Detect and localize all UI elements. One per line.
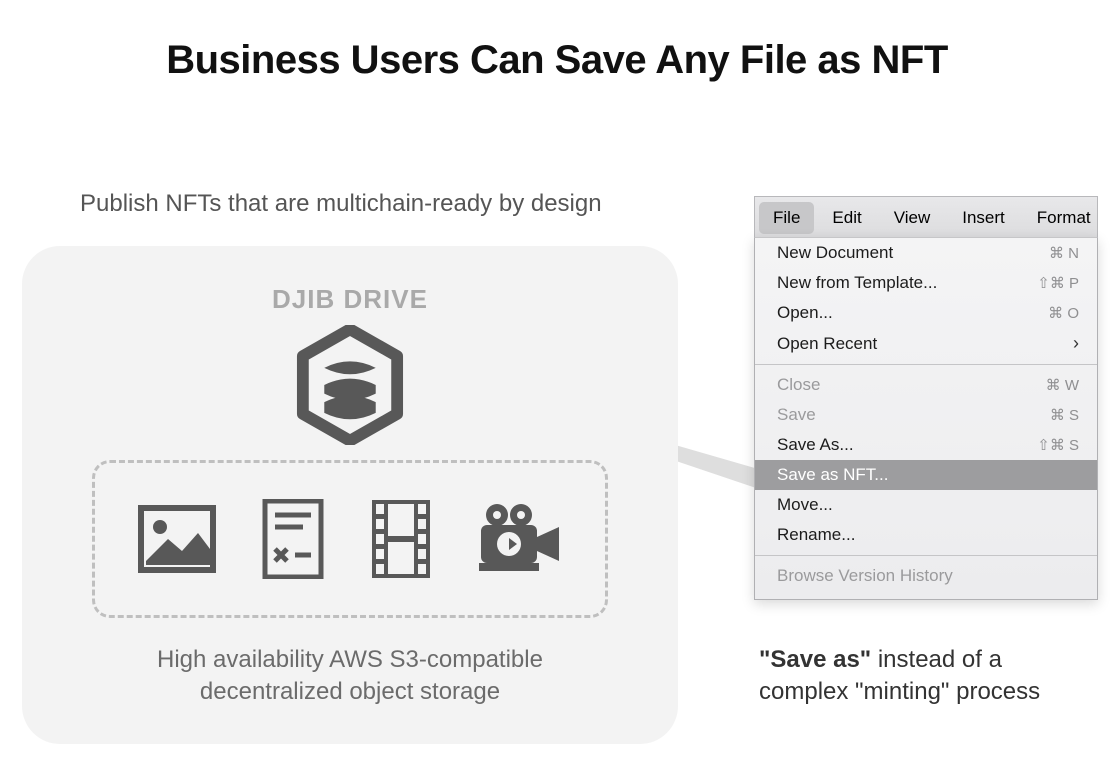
menubar-item-view[interactable]: View (880, 202, 945, 234)
chevron-right-icon: › (1073, 333, 1079, 354)
menubar-item-format[interactable]: Format (1023, 202, 1105, 234)
caption: "Save as" instead of a complex "minting"… (759, 644, 1059, 709)
dropdown-item: Browse Version History (755, 561, 1097, 591)
menubar-item-file[interactable]: File (759, 202, 814, 234)
drive-label: DJIB DRIVE (22, 284, 678, 315)
dropdown-item-label: Open... (777, 303, 833, 323)
drive-card: DJIB DRIVE (22, 246, 678, 744)
dropdown-item-label: Browse Version History (777, 566, 953, 586)
dropdown-shortcut: ⇧⌘ P (1037, 274, 1079, 292)
dropdown-item-label: New from Template... (777, 273, 937, 293)
film-icon (370, 498, 432, 580)
dropdown-item-label: Move... (777, 495, 833, 515)
dropdown-shortcut: ⌘ S (1050, 406, 1079, 424)
dropdown-item[interactable]: Save as NFT... (755, 460, 1097, 490)
dropdown-item[interactable]: Open... ⌘ O (755, 298, 1097, 328)
drive-logo-icon (296, 325, 404, 445)
menubar: File Edit View Insert Format (754, 196, 1098, 238)
dropdown-item-label: Save as NFT... (777, 465, 888, 485)
dropdown-item[interactable]: New Document ⌘ N (755, 238, 1097, 268)
dropdown-separator (755, 555, 1097, 556)
image-icon (138, 505, 216, 573)
dropdown-item-label: Rename... (777, 525, 855, 545)
drive-description: High availability AWS S3-compatible dece… (22, 644, 678, 709)
dropdown-shortcut: ⌘ N (1049, 244, 1079, 262)
dropdown-item-label: New Document (777, 243, 893, 263)
dropdown-item-label: Close (777, 375, 820, 395)
dropdown-item[interactable]: Save As... ⇧⌘ S (755, 430, 1097, 460)
dropdown-item-label: Open Recent (777, 334, 877, 354)
document-icon (261, 499, 325, 579)
dropdown-shortcut: ⌘ O (1048, 304, 1079, 322)
dropdown-item[interactable]: New from Template... ⇧⌘ P (755, 268, 1097, 298)
file-types-box (92, 460, 608, 618)
page-title: Business Users Can Save Any File as NFT (0, 38, 1114, 83)
dropdown-item: Save ⌘ S (755, 400, 1097, 430)
menubar-item-edit[interactable]: Edit (818, 202, 875, 234)
dropdown-item[interactable]: Move... (755, 490, 1097, 520)
file-dropdown: New Document ⌘ N New from Template... ⇧⌘ P O… (754, 237, 1098, 600)
menubar-item-insert[interactable]: Insert (948, 202, 1019, 234)
dropdown-item: Close ⌘ W (755, 370, 1097, 400)
dropdown-shortcut: ⌘ W (1046, 376, 1079, 394)
dropdown-shortcut: ⇧⌘ S (1037, 436, 1079, 454)
camera-icon (477, 503, 563, 575)
dropdown-item-label: Save As... (777, 435, 854, 455)
dropdown-separator (755, 364, 1097, 365)
subtitle: Publish NFTs that are multichain-ready b… (80, 190, 602, 218)
dropdown-item[interactable]: Open Recent › (755, 328, 1097, 359)
dropdown-item[interactable]: Rename... (755, 520, 1097, 550)
dropdown-item-label: Save (777, 405, 816, 425)
